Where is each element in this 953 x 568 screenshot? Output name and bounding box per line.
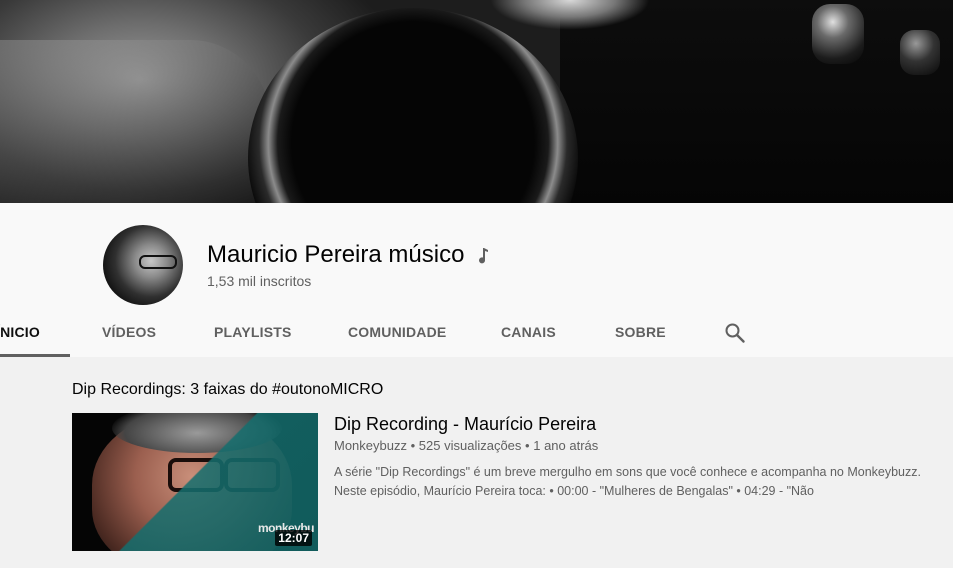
tab-label: PLAYLISTS — [214, 324, 292, 340]
channel-avatar[interactable] — [103, 225, 183, 305]
tab-canais[interactable]: CANAIS — [501, 309, 556, 357]
banner-hand — [0, 40, 270, 203]
video-title[interactable]: Dip Recording - Maurício Pereira — [334, 414, 596, 435]
channel-header: Mauricio Pereira músico 1,53 mil inscrit… — [0, 203, 953, 357]
tab-label: CANAIS — [501, 324, 556, 340]
avatar-glasses — [139, 255, 177, 269]
meta-separator: • — [525, 438, 530, 453]
tab-inicio[interactable]: ÍNICIO — [0, 309, 70, 357]
tab-sobre[interactable]: SOBRE — [615, 309, 666, 357]
tab-playlists[interactable]: PLAYLISTS — [214, 309, 292, 357]
tab-label: VÍDEOS — [102, 324, 157, 340]
search-icon[interactable] — [724, 322, 746, 344]
banner-background — [560, 0, 953, 203]
tab-label: COMUNIDADE — [348, 324, 447, 340]
channel-name: Mauricio Pereira músico — [207, 241, 465, 268]
video-duration: 12:07 — [275, 530, 312, 546]
tab-label: SOBRE — [615, 324, 666, 340]
banner-instrument-key — [900, 30, 940, 75]
video-meta: Monkeybuzz • 525 visualizações • 1 ano a… — [334, 438, 598, 453]
tab-videos[interactable]: VÍDEOS — [102, 309, 156, 357]
video-description: A série "Dip Recordings" é um breve merg… — [334, 465, 921, 498]
channel-banner — [0, 0, 953, 203]
channel-tabs: ÍNICIO VÍDEOS PLAYLISTS COMUNIDADE CANAI… — [0, 309, 953, 357]
tab-label: ÍNICIO — [0, 324, 40, 340]
shelf-title[interactable]: Dip Recordings: 3 faixas do #outonoMICRO — [72, 381, 383, 399]
video-views: 525 visualizações — [418, 438, 522, 453]
banner-instrument-key — [812, 4, 864, 64]
banner-instrument-bell — [248, 8, 578, 203]
video-age: 1 ano atrás — [533, 438, 599, 453]
video-thumbnail[interactable]: monkeybu 12:07 — [72, 413, 318, 551]
video-channel-link[interactable]: Monkeybuzz — [334, 438, 407, 453]
meta-separator: • — [410, 438, 416, 453]
subscriber-count: 1,53 mil inscritos — [207, 273, 312, 289]
tab-comunidade[interactable]: COMUNIDADE — [348, 309, 446, 357]
music-note-icon — [479, 248, 488, 264]
